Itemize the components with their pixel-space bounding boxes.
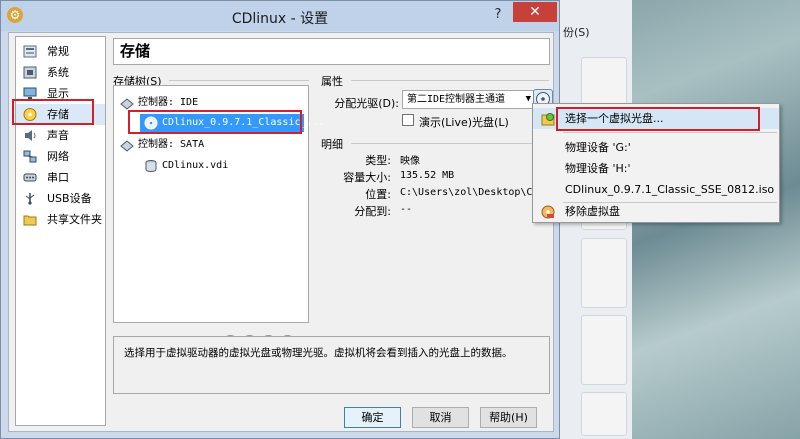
sidebar-item-general[interactable]: 常规 xyxy=(16,41,105,62)
title-bar: ⚙ CDlinux - 设置 ? ✕ xyxy=(1,1,559,31)
sidebar-item-label: USB设备 xyxy=(47,192,92,205)
sidebar-item-shared-folders[interactable]: 共享文件夹 xyxy=(16,209,105,230)
chevron-down-icon: ▼ xyxy=(525,94,531,104)
divider xyxy=(351,80,549,81)
menu-item-remove-disk[interactable]: 移除虚拟盘 xyxy=(533,201,779,222)
sidebar-item-usb[interactable]: USB设备 xyxy=(16,188,105,209)
location-label: 位置: xyxy=(365,188,391,201)
menu-item-physical-g[interactable]: 物理设备 'G:' xyxy=(533,137,779,158)
sidebar-item-serial-port[interactable]: 串口 xyxy=(16,167,105,188)
size-value: 135.52 MB xyxy=(400,170,455,181)
highlight-box-ide-disc xyxy=(128,110,302,134)
shared-folder-icon xyxy=(23,215,37,226)
background-panel xyxy=(581,392,627,436)
sidebar-item-label: 声音 xyxy=(47,129,69,142)
help-title-button[interactable]: ? xyxy=(488,6,508,24)
background-panel xyxy=(581,238,627,308)
divider xyxy=(351,143,549,144)
tree-item-controller-sata[interactable]: 控制器: SATA xyxy=(118,136,308,154)
live-cd-checkbox[interactable] xyxy=(402,114,414,126)
hard-disk-icon xyxy=(145,160,157,172)
sidebar-item-label: 共享文件夹 xyxy=(47,213,102,226)
cancel-button[interactable]: 取消 xyxy=(412,407,469,428)
tree-item-label: 控制器: SATA xyxy=(138,139,205,150)
sidebar-item-system[interactable]: 系统 xyxy=(16,62,105,83)
tree-item-label: 控制器: IDE xyxy=(138,97,199,108)
controller-icon xyxy=(120,98,134,110)
window-title: CDlinux - 设置 xyxy=(231,11,329,27)
network-icon xyxy=(23,150,37,163)
page-title: 存储 xyxy=(113,38,550,65)
details-header: 明细 xyxy=(321,138,343,151)
serial-port-icon xyxy=(23,173,37,182)
settings-dialog: ⚙ CDlinux - 设置 ? ✕ 常规 系统 显示 存储 声音 网络 串口 … xyxy=(0,0,560,439)
description-panel: 选择用于虚拟驱动器的虚拟光盘或物理光驱。虚拟机将会看到插入的光盘上的数据。 xyxy=(113,336,550,394)
menu-item-physical-h[interactable]: 物理设备 'H:' xyxy=(533,158,779,179)
menu-item-label: CDlinux_0.9.7.1_Classic_SSE_0812.iso xyxy=(565,183,775,196)
highlight-box-choose-disk xyxy=(556,107,760,131)
attached-to-label: 分配到: xyxy=(354,205,391,218)
controller-icon xyxy=(120,140,134,152)
drive-select[interactable]: 第二IDE控制器主通道 ▼ xyxy=(402,90,536,109)
divider xyxy=(169,80,309,81)
menu-item-label: 移除虚拟盘 xyxy=(565,205,620,218)
choose-disk-icon xyxy=(541,113,555,126)
drive-label: 分配光驱(D): xyxy=(334,97,399,110)
attributes-header: 属性 xyxy=(321,75,343,88)
location-value: C:\Users\zol\Desktop\CDl xyxy=(400,187,545,198)
background-window-label: 份(S) xyxy=(563,26,590,39)
sidebar-item-label: 系统 xyxy=(47,66,69,79)
menu-item-label: 物理设备 'H:' xyxy=(565,162,631,175)
live-cd-label: 演示(Live)光盘(L) xyxy=(419,116,509,129)
tree-item-sata-disk[interactable]: CDlinux.vdi xyxy=(140,157,304,175)
type-label: 类型: xyxy=(365,154,391,167)
description-text: 选择用于虚拟驱动器的虚拟光盘或物理光驱。虚拟机将会看到插入的光盘上的数据。 xyxy=(124,347,513,359)
sidebar-item-label: 网络 xyxy=(47,150,69,163)
menu-item-label: 物理设备 'G:' xyxy=(565,141,631,154)
background-panel xyxy=(581,315,627,385)
general-icon xyxy=(23,45,37,58)
category-list: 常规 系统 显示 存储 声音 网络 串口 USB设备 共享文件夹 xyxy=(15,36,106,426)
usb-icon xyxy=(25,193,35,205)
sidebar-item-audio[interactable]: 声音 xyxy=(16,125,105,146)
drive-select-value: 第二IDE控制器主通道 xyxy=(407,94,506,105)
audio-icon xyxy=(25,130,36,141)
highlight-box-storage xyxy=(12,99,94,125)
attached-to-value: -- xyxy=(400,204,413,215)
size-label: 容量大小: xyxy=(343,171,391,184)
sidebar-item-network[interactable]: 网络 xyxy=(16,146,105,167)
sidebar-item-label: 串口 xyxy=(47,171,69,184)
remove-disk-icon xyxy=(541,205,555,219)
menu-item-iso-file[interactable]: CDlinux_0.9.7.1_Classic_SSE_0812.iso xyxy=(533,179,779,200)
help-button[interactable]: 帮助(H) xyxy=(480,407,537,428)
sidebar-item-label: 常规 xyxy=(47,45,69,58)
menu-separator xyxy=(563,132,777,133)
type-value: 映像 xyxy=(400,156,420,167)
ok-button[interactable]: 确定 xyxy=(344,407,401,428)
tree-item-label: CDlinux.vdi xyxy=(162,160,229,171)
close-button[interactable]: ✕ xyxy=(513,2,557,22)
system-icon xyxy=(23,66,37,79)
